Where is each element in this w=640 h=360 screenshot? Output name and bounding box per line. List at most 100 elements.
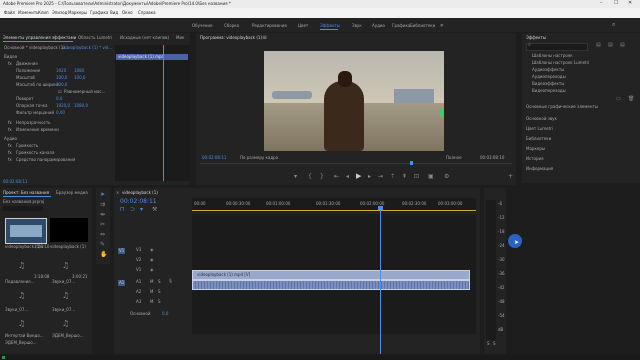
menu-help[interactable]: Справка xyxy=(138,11,156,15)
effects-group[interactable]: Маркеры xyxy=(526,147,545,151)
menu-window[interactable]: Окно xyxy=(122,11,133,15)
audio-file-icon[interactable]: ♫ xyxy=(62,292,69,300)
eye-icon[interactable]: ◉ xyxy=(150,268,154,272)
comparison-view-icon[interactable]: ▣ xyxy=(428,174,434,180)
effects-group[interactable]: Библиотеки xyxy=(526,137,551,141)
ws-graphics[interactable]: Графика xyxy=(392,24,410,28)
ws-audio[interactable]: Аудио xyxy=(372,24,385,28)
program-timecode[interactable]: 00:02:08:11 xyxy=(202,156,226,160)
fit-dropdown[interactable]: По размеру кадра xyxy=(240,156,278,160)
ec-opacity[interactable]: Непрозрачность xyxy=(16,121,51,125)
ec-audio-row[interactable]: Громкость канала xyxy=(16,151,54,155)
eye-icon[interactable]: ◉ xyxy=(150,258,154,262)
project-thumb[interactable] xyxy=(50,218,88,242)
ws-effects[interactable]: Эффекты xyxy=(320,24,340,28)
play-icon[interactable]: ▶ xyxy=(356,173,361,180)
ec-row-value[interactable]: 1920,0 xyxy=(56,104,70,108)
audio-file-icon[interactable]: ♫ xyxy=(62,262,69,270)
ws-libraries[interactable]: Библиотеки xyxy=(410,24,435,28)
ec-row-value[interactable]: 0,00 xyxy=(56,111,65,115)
new-bin-icon[interactable]: ▭ xyxy=(616,97,621,102)
work-area-bar[interactable] xyxy=(192,210,476,211)
ec-sequence-clip[interactable]: videoplayback (1) * vid... xyxy=(62,46,112,50)
go-to-in-icon[interactable]: ⇤ xyxy=(334,174,339,180)
panel-menu-icon[interactable]: ≡ xyxy=(262,35,267,41)
mute-button[interactable]: M xyxy=(150,290,153,294)
effects-tree-item[interactable]: Аудиопереходы xyxy=(532,75,566,79)
track-label[interactable]: A2 xyxy=(136,290,141,294)
menu-sequence[interactable]: Эпизод xyxy=(52,11,67,15)
menu-graphics[interactable]: Графика xyxy=(90,11,108,15)
mute-button[interactable]: M xyxy=(150,280,153,284)
microphone-icon[interactable]: 🎙 xyxy=(168,279,173,283)
delete-icon[interactable]: 🗑 xyxy=(628,97,634,102)
close-tab-icon[interactable]: × xyxy=(116,191,119,195)
ws-more-icon[interactable]: » xyxy=(440,23,444,29)
effects-group[interactable]: Основной звук xyxy=(526,117,557,121)
ws-editing[interactable]: Редактирование xyxy=(252,24,287,28)
timeline-playhead[interactable] xyxy=(380,208,381,354)
ec-motion[interactable]: Движение xyxy=(16,62,38,66)
tab-effect-controls[interactable]: Элементы управления эффектами xyxy=(3,36,76,40)
ec-audio-row[interactable]: Громкость xyxy=(16,144,38,148)
add-marker-icon[interactable]: ▾ xyxy=(140,207,143,213)
marker-icon[interactable]: ▾ xyxy=(294,174,297,180)
menu-markers[interactable]: Маркеры xyxy=(68,11,87,15)
tab-mixer[interactable]: Мик xyxy=(176,36,184,40)
tab-project[interactable]: Проект: Без названия xyxy=(3,191,49,195)
menu-view[interactable]: Вид xyxy=(110,11,118,15)
ws-sound[interactable]: Звук xyxy=(352,24,362,28)
ws-assembly[interactable]: Сборка xyxy=(224,24,239,28)
step-back-icon[interactable]: ◂ xyxy=(346,174,349,180)
uniform-scale-checkbox[interactable]: ☑ xyxy=(58,90,62,94)
effects-tree-item[interactable]: Шаблоны настроек Lumetri xyxy=(532,61,589,65)
tab-media-browser[interactable]: Браузер медиа xyxy=(56,191,88,195)
effects-tree-item[interactable]: Шаблоны настроек xyxy=(532,54,573,58)
search-icon[interactable]: ⌕ xyxy=(612,22,615,28)
program-monitor-title[interactable]: Программа: videoplayback (1) xyxy=(200,36,262,40)
track-label[interactable]: A3 xyxy=(136,300,141,304)
effects-group[interactable]: История xyxy=(526,157,544,161)
ec-playhead[interactable] xyxy=(163,45,164,181)
add-button-icon[interactable]: + xyxy=(508,174,513,180)
yuv-icon[interactable]: ▤ xyxy=(620,43,625,48)
ec-audio-row[interactable]: Средство панорамирования xyxy=(16,158,75,162)
project-search-input[interactable] xyxy=(3,206,43,211)
ws-learning[interactable]: Обучение xyxy=(192,24,212,28)
meter-solo[interactable]: S xyxy=(487,342,490,346)
track-select-icon[interactable]: ⇉ xyxy=(100,202,105,208)
menu-edit[interactable]: Изменить xyxy=(18,11,39,15)
project-thumb-selected[interactable] xyxy=(5,218,47,244)
ec-row-value[interactable]: 100,0 xyxy=(56,83,67,87)
wrench-icon[interactable]: ⚒ xyxy=(152,207,157,213)
ec-time-remap[interactable]: Изменение времени xyxy=(16,128,59,132)
track-label[interactable]: V3 xyxy=(136,248,141,252)
effects-tree-item[interactable]: Аудиоэффекты xyxy=(532,68,564,72)
effects-tree-item[interactable]: Видеоэффекты xyxy=(532,82,564,86)
solo-button[interactable]: S xyxy=(158,280,161,284)
ec-clip-bar[interactable]: videoplayback (1).mp4 xyxy=(116,54,188,60)
pen-icon[interactable]: ✎ xyxy=(100,242,105,248)
audio-clip-a1[interactable] xyxy=(192,280,470,290)
eye-icon[interactable]: ◉ xyxy=(150,248,154,252)
ec-row-value[interactable]: 100,0 xyxy=(56,76,67,80)
mute-button[interactable]: M xyxy=(150,300,153,304)
audio-file-icon[interactable]: ♫ xyxy=(18,292,25,300)
ec-row-value[interactable]: 0,0 xyxy=(56,97,62,101)
close-icon[interactable]: ✕ xyxy=(628,1,632,6)
menu-file[interactable]: Файл xyxy=(4,11,15,15)
ec-mini-timeline[interactable] xyxy=(115,45,190,181)
menu-clip[interactable]: Клип xyxy=(38,11,49,15)
slip-icon[interactable]: ⇔ xyxy=(100,232,105,238)
audio-file-icon[interactable]: ♫ xyxy=(62,320,69,328)
maximize-icon[interactable]: ☐ xyxy=(614,1,618,6)
ec-row-value[interactable]: 1080 xyxy=(74,69,84,73)
effects-group[interactable]: Цвет Lumetri xyxy=(526,127,553,131)
effects-tree-item[interactable]: Видеопереходы xyxy=(532,89,566,93)
ripple-edit-icon[interactable]: ⇹ xyxy=(100,212,105,218)
program-scrubber[interactable] xyxy=(200,163,512,164)
extract-icon[interactable]: ⇞ xyxy=(402,174,407,180)
program-playhead[interactable] xyxy=(410,161,413,165)
audio-file-icon[interactable]: ♫ xyxy=(18,320,25,328)
lift-icon[interactable]: ⇡ xyxy=(390,174,395,180)
